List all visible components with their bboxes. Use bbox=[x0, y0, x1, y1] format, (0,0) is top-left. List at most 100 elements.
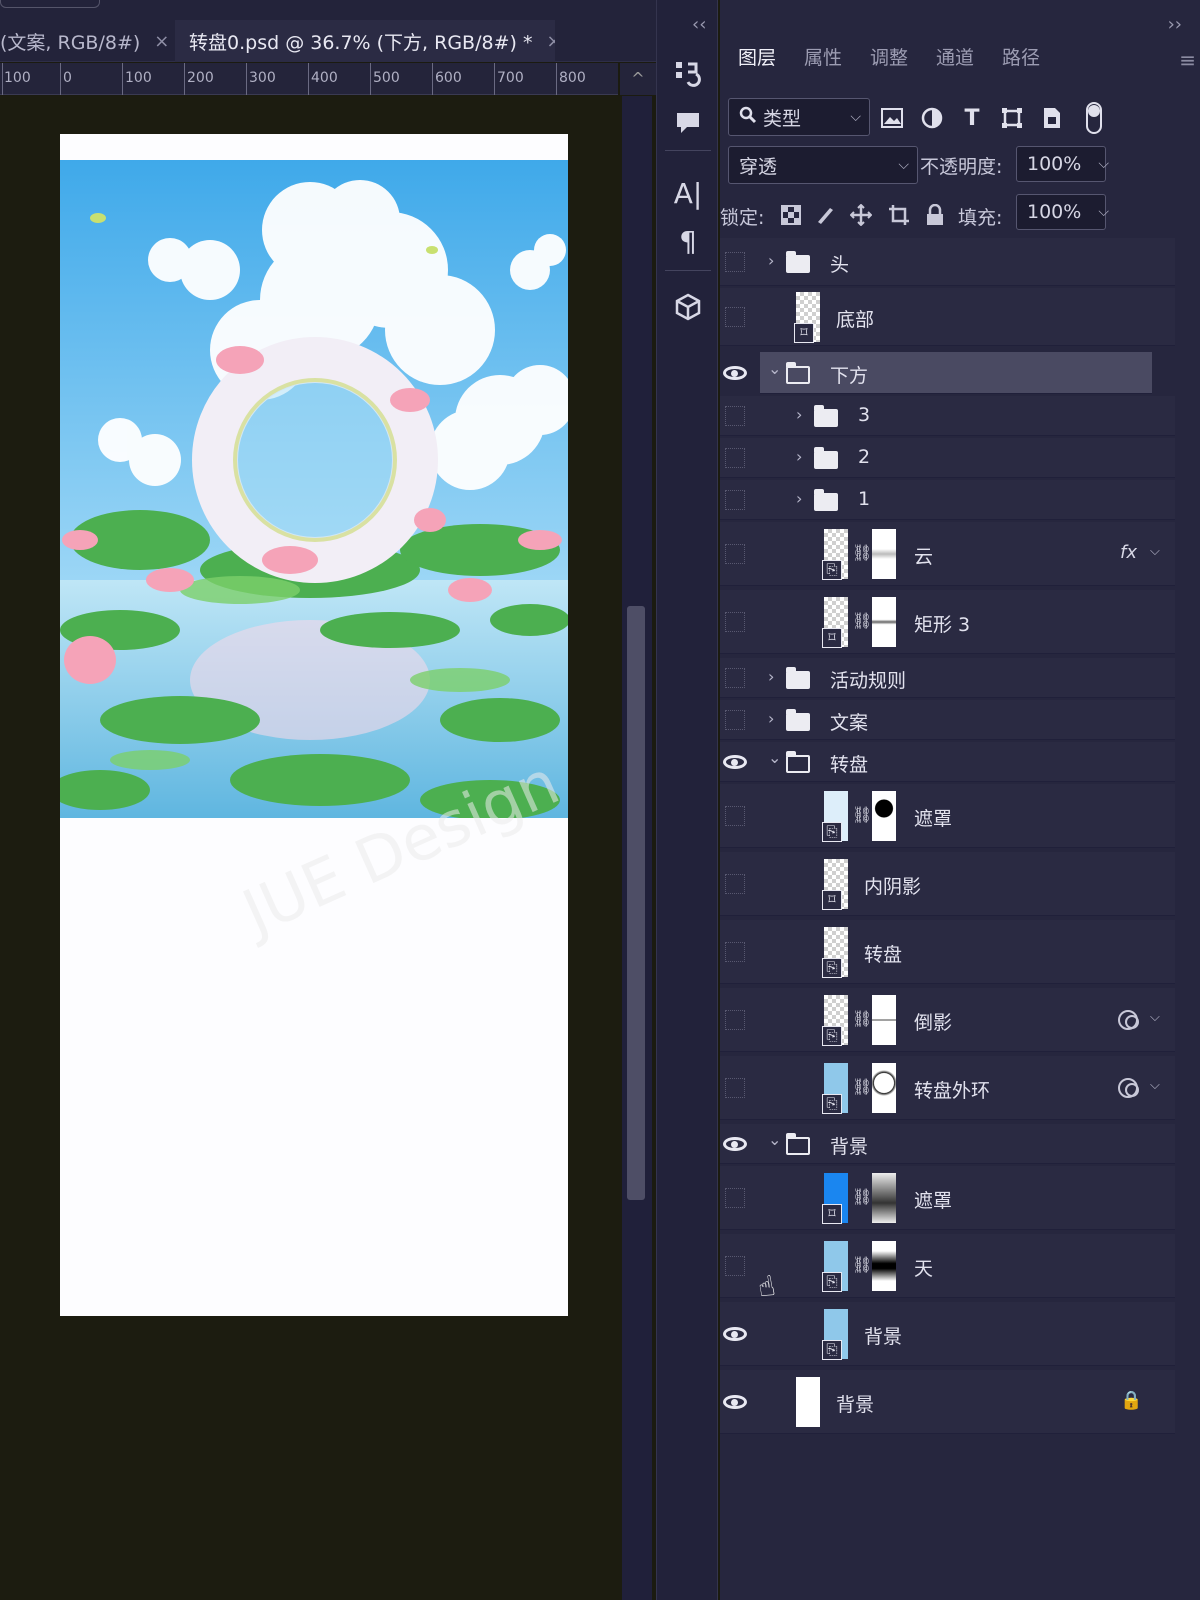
layer-name[interactable]: 矩形 3 bbox=[914, 610, 970, 637]
comments-icon[interactable] bbox=[669, 104, 707, 142]
lock-image-pixels-icon[interactable] bbox=[812, 202, 838, 228]
layer-row[interactable]: 背景 🔒 bbox=[720, 1370, 1175, 1434]
layer-name[interactable]: 3 bbox=[858, 404, 870, 426]
3d-cube-icon[interactable] bbox=[669, 288, 707, 326]
adjustment-filter-icon[interactable] bbox=[918, 104, 946, 132]
expand-panels-icon[interactable]: ›› bbox=[1168, 14, 1182, 35]
layer-filter-select[interactable]: 类型 ⌵ bbox=[728, 98, 870, 136]
layer-name[interactable]: 云 bbox=[914, 542, 933, 569]
collapse-panels-icon[interactable]: ‹‹ bbox=[692, 14, 706, 35]
visibility-toggle[interactable] bbox=[722, 939, 748, 965]
layer-thumbnail[interactable] bbox=[796, 1377, 820, 1427]
layer-row[interactable]: › 活动规则 bbox=[720, 658, 1175, 698]
layer-mask-thumbnail[interactable] bbox=[872, 791, 896, 841]
shape-filter-icon[interactable] bbox=[998, 104, 1026, 132]
chevron-right-icon[interactable]: › bbox=[768, 667, 774, 686]
layer-row[interactable]: ⌑ ⛓ 矩形 3 bbox=[720, 590, 1175, 654]
eye-icon[interactable] bbox=[722, 1321, 748, 1347]
layer-name[interactable]: 1 bbox=[858, 488, 870, 510]
layer-name[interactable]: 转盘 bbox=[830, 750, 868, 777]
layer-mask-thumbnail[interactable] bbox=[872, 995, 896, 1045]
lock-artboard-icon[interactable] bbox=[886, 202, 912, 228]
link-chain-icon[interactable]: ⛓ bbox=[852, 1009, 872, 1028]
layer-effects-icon[interactable]: fx bbox=[1120, 542, 1137, 563]
eye-icon[interactable] bbox=[722, 360, 748, 386]
chevron-down-icon[interactable]: ⌵ bbox=[1150, 544, 1160, 559]
link-chain-icon[interactable]: ⛓ bbox=[852, 805, 872, 824]
layer-name[interactable]: 转盘 bbox=[864, 940, 902, 967]
layer-row[interactable]: ⎘ ⛓ 转盘外环 ⌵ bbox=[720, 1056, 1175, 1120]
visibility-toggle[interactable] bbox=[722, 665, 748, 691]
layer-row[interactable]: ⌑ ⛓ 遮罩 bbox=[720, 1166, 1175, 1230]
eye-icon[interactable] bbox=[722, 1131, 748, 1157]
layer-mask-thumbnail[interactable] bbox=[872, 1241, 896, 1291]
layer-row[interactable]: › 3 bbox=[720, 396, 1175, 436]
layer-mask-thumbnail[interactable] bbox=[872, 529, 896, 579]
document-tab-wenan[interactable]: (文案, RGB/8#) × bbox=[0, 20, 170, 62]
layer-mask-thumbnail[interactable] bbox=[872, 597, 896, 647]
blend-mode-select[interactable]: 穿透 ⌵ bbox=[728, 146, 918, 184]
filter-toggle-icon[interactable] bbox=[1080, 102, 1108, 134]
layer-name[interactable]: 活动规则 bbox=[830, 666, 906, 693]
chevron-right-icon[interactable]: › bbox=[768, 709, 774, 728]
visibility-toggle[interactable] bbox=[722, 1185, 748, 1211]
layer-name[interactable]: 天 bbox=[914, 1254, 933, 1281]
layer-row[interactable]: ⌑ 底部 bbox=[720, 288, 1175, 346]
link-chain-icon[interactable]: ⛓ bbox=[852, 1255, 872, 1274]
layer-name[interactable]: 文案 bbox=[830, 708, 868, 735]
link-chain-icon[interactable]: ⛓ bbox=[852, 543, 872, 562]
type-filter-icon[interactable]: T bbox=[958, 104, 986, 132]
layer-name[interactable]: 遮罩 bbox=[914, 804, 952, 831]
chevron-right-icon[interactable]: › bbox=[796, 447, 802, 466]
visibility-toggle[interactable] bbox=[722, 1253, 748, 1279]
visibility-toggle[interactable] bbox=[722, 707, 748, 733]
eye-icon[interactable] bbox=[722, 1389, 748, 1415]
visibility-toggle[interactable] bbox=[722, 445, 748, 471]
character-icon[interactable]: A| bbox=[669, 174, 707, 212]
layer-row[interactable]: ⌑ 内阴影 bbox=[720, 852, 1175, 916]
lock-icon[interactable]: 🔒 bbox=[1120, 1390, 1142, 1411]
close-icon[interactable]: × bbox=[154, 31, 169, 52]
tab-properties[interactable]: 属性 bbox=[804, 40, 842, 82]
layer-name[interactable]: 内阴影 bbox=[864, 872, 921, 899]
visibility-toggle[interactable] bbox=[722, 304, 748, 330]
visibility-toggle[interactable] bbox=[722, 1007, 748, 1033]
visibility-toggle[interactable] bbox=[722, 487, 748, 513]
layer-name[interactable]: 倒影 bbox=[914, 1008, 952, 1035]
chevron-down-icon[interactable]: ⌵ bbox=[1150, 1010, 1160, 1025]
document-canvas[interactable] bbox=[60, 134, 568, 1316]
layer-name[interactable]: 背景 bbox=[864, 1322, 902, 1349]
chevron-right-icon[interactable]: › bbox=[796, 489, 802, 508]
visibility-toggle[interactable] bbox=[722, 249, 748, 275]
chevron-down-icon[interactable]: ⌄ bbox=[768, 748, 781, 767]
opacity-field[interactable]: 100% ⌵ bbox=[1016, 146, 1109, 182]
link-chain-icon[interactable]: ⛓ bbox=[852, 611, 872, 630]
layer-name[interactable]: 2 bbox=[858, 446, 870, 468]
layer-row[interactable]: ⎘ ⛓ 天 bbox=[720, 1234, 1175, 1298]
eye-icon[interactable] bbox=[722, 749, 748, 775]
close-icon[interactable]: × bbox=[546, 31, 555, 52]
canvas-area[interactable]: JUE Design bbox=[0, 96, 622, 1600]
lock-transparent-pixels-icon[interactable] bbox=[778, 202, 804, 228]
layer-row[interactable]: › 2 bbox=[720, 438, 1175, 478]
tab-paths[interactable]: 路径 bbox=[1002, 40, 1040, 82]
vertical-scrollbar-thumb[interactable] bbox=[627, 606, 645, 1200]
layer-row[interactable]: ⎘ ⛓ 倒影 ⌵ bbox=[720, 988, 1175, 1052]
image-filter-icon[interactable] bbox=[878, 104, 906, 132]
chevron-down-icon[interactable]: ⌵ bbox=[1098, 156, 1109, 172]
panel-menu-icon[interactable]: ≡ bbox=[1179, 48, 1196, 72]
smart-object-filter-icon[interactable] bbox=[1038, 104, 1066, 132]
chevron-right-icon[interactable]: › bbox=[768, 251, 774, 270]
fill-field[interactable]: 100% ⌵ bbox=[1016, 194, 1109, 230]
visibility-toggle[interactable] bbox=[722, 871, 748, 897]
chevron-down-icon[interactable]: ⌵ bbox=[1150, 1078, 1160, 1093]
visibility-toggle[interactable] bbox=[722, 541, 748, 567]
layer-row[interactable]: ⎘ ⛓ 遮罩 bbox=[720, 784, 1175, 848]
chevron-right-icon[interactable]: › bbox=[796, 405, 802, 424]
chevron-down-icon[interactable]: ⌵ bbox=[1098, 204, 1109, 220]
tab-channels[interactable]: 通道 bbox=[936, 40, 974, 82]
visibility-toggle[interactable] bbox=[722, 403, 748, 429]
layer-row[interactable]: ⎘ 转盘 bbox=[720, 920, 1175, 984]
layer-name[interactable]: 背景 bbox=[830, 1132, 868, 1159]
layer-row[interactable]: › 头 bbox=[720, 238, 1175, 286]
